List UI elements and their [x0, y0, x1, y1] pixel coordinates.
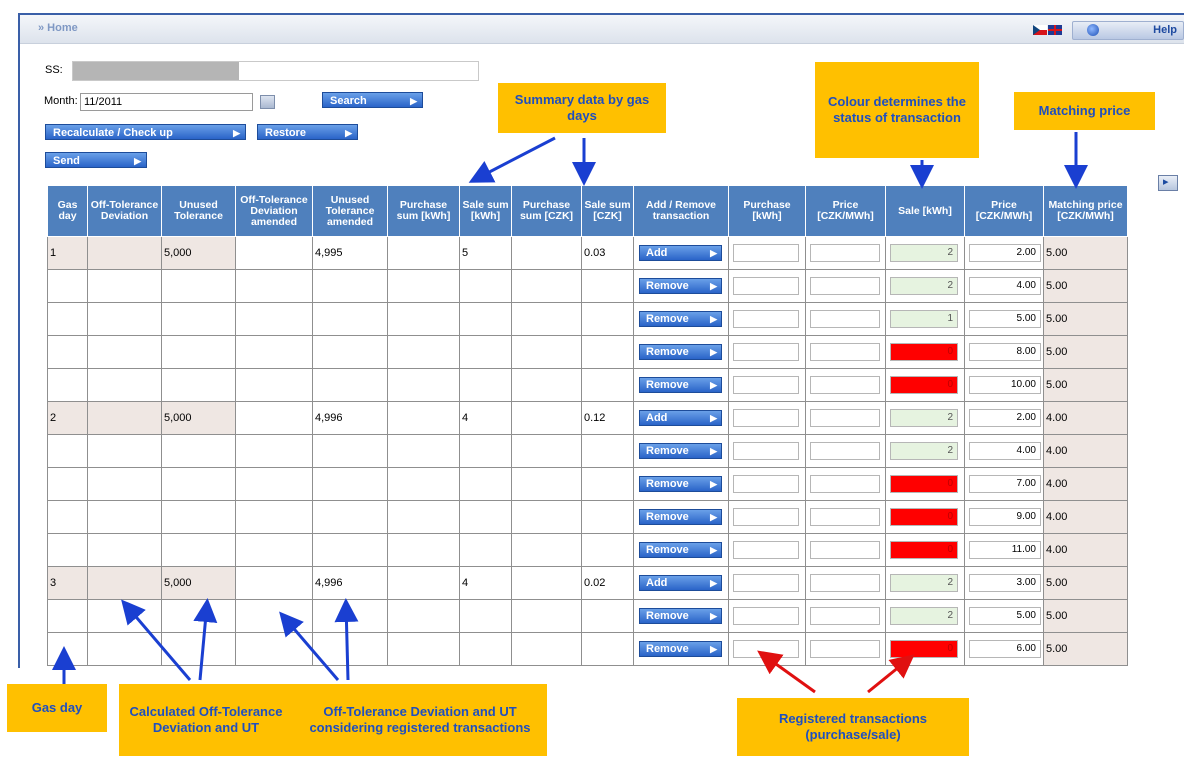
arrow-calc-left [121, 599, 192, 681]
arrow-otd-left [279, 611, 340, 681]
annotation-arrows [52, 132, 1088, 694]
arrow-summary-left [468, 136, 556, 183]
arrow-otd-right [334, 598, 359, 681]
arrow-registered-left [757, 650, 816, 694]
arrow-registered-right [867, 654, 915, 694]
arrow-calc-right [193, 598, 218, 681]
